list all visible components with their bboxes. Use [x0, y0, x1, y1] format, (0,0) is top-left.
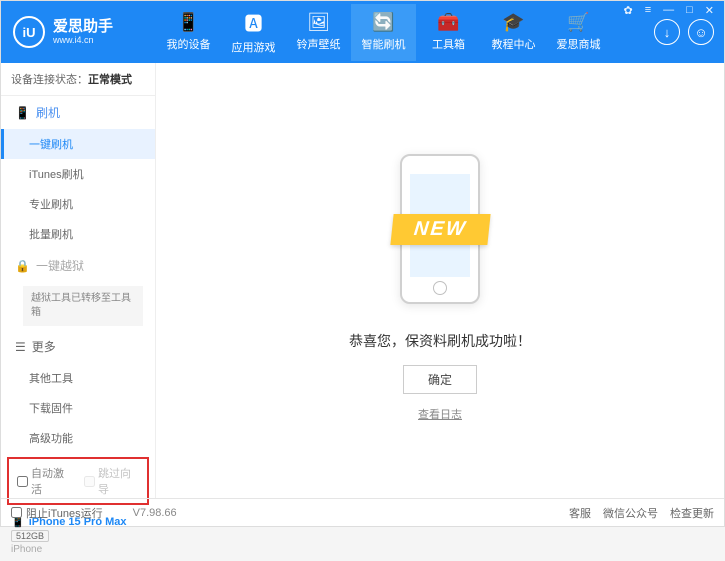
- sidebar-item-other-tools[interactable]: 其他工具: [1, 363, 155, 393]
- auto-activate-checkbox[interactable]: 自动激活: [17, 465, 72, 497]
- skin-icon[interactable]: ✿: [620, 4, 635, 17]
- success-illustration: NEW: [340, 139, 540, 319]
- connection-status: 设备连接状态：正常模式: [1, 63, 155, 96]
- status-bar: 阻止iTunes运行 V7.98.66 客服 微信公众号 检查更新: [1, 498, 724, 526]
- footer-check-update[interactable]: 检查更新: [670, 505, 714, 521]
- brand-url: www.i4.cn: [53, 35, 113, 45]
- toolbox-icon: 🧰: [437, 12, 459, 33]
- jailbreak-note: 越狱工具已转移至工具箱: [23, 286, 143, 326]
- nav-ringtone-wallpaper[interactable]: 🖼铃声壁纸: [286, 4, 351, 61]
- new-ribbon: NEW: [390, 214, 490, 245]
- nav-smart-flash[interactable]: 🔄智能刷机: [351, 4, 416, 61]
- window-controls: ✿ ≡ — □ ✕: [620, 4, 717, 17]
- nav-my-device[interactable]: 📱我的设备: [156, 4, 221, 61]
- nav-store[interactable]: 🛒爱思商城: [546, 4, 611, 61]
- sidebar-section-flash[interactable]: 📱 刷机: [1, 96, 155, 129]
- device-icon: 📱: [177, 12, 199, 33]
- sidebar-item-oneclick[interactable]: 一键刷机: [1, 129, 155, 159]
- apps-icon: 🅰: [245, 10, 263, 36]
- brand-name: 爱思助手: [53, 19, 113, 36]
- logo[interactable]: iU 爱思助手 www.i4.cn: [1, 16, 156, 48]
- store-icon: 🛒: [567, 12, 589, 33]
- download-button[interactable]: ↓: [654, 19, 680, 45]
- minimize-icon[interactable]: —: [660, 4, 677, 17]
- close-icon[interactable]: ✕: [702, 4, 717, 17]
- app-header: iU 爱思助手 www.i4.cn 📱我的设备 🅰应用游戏 🖼铃声壁纸 🔄智能刷…: [1, 1, 724, 63]
- nav-apps-games[interactable]: 🅰应用游戏: [221, 4, 286, 61]
- flash-icon: 🔄: [372, 12, 394, 33]
- sidebar-item-advanced[interactable]: 高级功能: [1, 423, 155, 453]
- ok-button[interactable]: 确定: [403, 365, 477, 394]
- block-itunes-checkbox[interactable]: 阻止iTunes运行: [11, 505, 103, 521]
- sidebar-item-pro[interactable]: 专业刷机: [1, 189, 155, 219]
- nav-toolbox[interactable]: 🧰工具箱: [416, 4, 481, 61]
- main-nav: 📱我的设备 🅰应用游戏 🖼铃声壁纸 🔄智能刷机 🧰工具箱 🎓教程中心 🛒爱思商城: [156, 4, 654, 61]
- view-log-link[interactable]: 查看日志: [418, 406, 462, 422]
- footer-wechat[interactable]: 微信公众号: [603, 505, 658, 521]
- sidebar-item-itunes[interactable]: iTunes刷机: [1, 159, 155, 189]
- lock-icon: 🔒: [15, 259, 30, 273]
- tutorial-icon: 🎓: [502, 12, 524, 33]
- maximize-icon[interactable]: □: [683, 4, 696, 17]
- sidebar-section-jailbreak: 🔒 一键越狱: [1, 249, 155, 282]
- nav-tutorial[interactable]: 🎓教程中心: [481, 4, 546, 61]
- skip-guide-checkbox[interactable]: 跳过向导: [84, 465, 139, 497]
- device-storage: 512GB: [11, 530, 49, 542]
- main-content: NEW 恭喜您，保资料刷机成功啦！ 确定 查看日志: [156, 63, 724, 498]
- list-icon: ☰: [15, 340, 26, 354]
- sidebar: 设备连接状态：正常模式 📱 刷机 一键刷机 iTunes刷机 专业刷机 批量刷机…: [1, 63, 156, 498]
- media-icon: 🖼: [307, 12, 330, 33]
- device-type: iPhone: [11, 544, 145, 555]
- version-label: V7.98.66: [133, 507, 177, 519]
- footer-support[interactable]: 客服: [569, 505, 591, 521]
- menu-icon[interactable]: ≡: [642, 4, 654, 17]
- phone-icon: 📱: [15, 106, 30, 120]
- sidebar-item-batch[interactable]: 批量刷机: [1, 219, 155, 249]
- sidebar-item-download-firmware[interactable]: 下载固件: [1, 393, 155, 423]
- success-message: 恭喜您，保资料刷机成功啦！: [349, 331, 531, 351]
- sidebar-section-more[interactable]: ☰ 更多: [1, 330, 155, 363]
- logo-icon: iU: [13, 16, 45, 48]
- account-button[interactable]: ☺: [688, 19, 714, 45]
